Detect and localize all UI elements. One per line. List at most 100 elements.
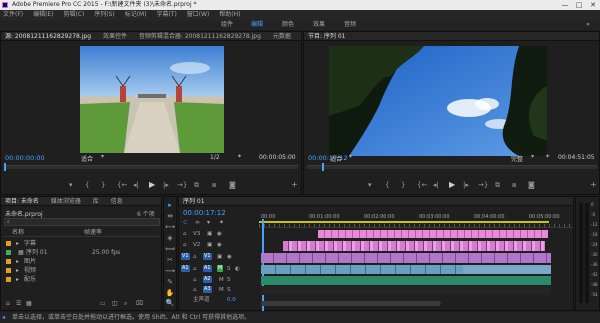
tab-project[interactable]: 项目: 未命名 bbox=[5, 198, 39, 205]
menu-sequence[interactable]: 序列(S) bbox=[94, 11, 115, 18]
menu-window[interactable]: 窗口(W) bbox=[187, 11, 210, 18]
eye-icon[interactable]: ◉ bbox=[217, 229, 222, 239]
mute-button[interactable]: M bbox=[217, 265, 224, 272]
program-fit-dropdown[interactable]: 适合 bbox=[330, 154, 342, 163]
workspace-tab-assembly[interactable]: 组件 bbox=[221, 20, 233, 30]
track-label[interactable]: V3 bbox=[193, 229, 200, 239]
workspace-menu-icon[interactable]: » bbox=[586, 20, 590, 30]
sync-lock-icon[interactable]: ▣ bbox=[207, 240, 212, 250]
track-label[interactable]: A3 bbox=[203, 286, 212, 293]
source-video-frame[interactable] bbox=[80, 46, 224, 153]
maximize-button[interactable]: □ bbox=[572, 0, 586, 10]
source-fit-dropdown[interactable]: 适合 bbox=[81, 154, 93, 163]
extract-icon[interactable]: ⧈ bbox=[512, 181, 516, 190]
track-label[interactable]: V1 bbox=[203, 253, 212, 260]
new-item-icon[interactable]: ◫ bbox=[112, 299, 118, 309]
mark-out-icon[interactable]: } bbox=[101, 181, 105, 189]
go-to-out-icon[interactable]: →} bbox=[478, 181, 488, 189]
work-area-bar[interactable] bbox=[259, 221, 549, 223]
timeline-ruler[interactable]: 00:00 00:01:00:00 00:02:00:00 00:03:00:0… bbox=[259, 208, 573, 228]
lock-icon[interactable]: ⌂ bbox=[193, 252, 197, 262]
step-back-icon[interactable]: ◂| bbox=[133, 181, 139, 189]
tab-program[interactable]: 节目: 序列 01 bbox=[308, 33, 345, 40]
play-icon[interactable]: ▶ bbox=[149, 180, 155, 189]
wrench-icon[interactable]: ✦ bbox=[237, 153, 242, 160]
overwrite-icon[interactable]: ⧈ bbox=[212, 181, 216, 190]
workspace-tab-color[interactable]: 颜色 bbox=[282, 20, 294, 30]
workspace-tab-effects[interactable]: 效果 bbox=[313, 20, 325, 30]
hand-tool-icon[interactable]: ✋ bbox=[165, 288, 175, 298]
step-back-icon[interactable]: ◂| bbox=[433, 181, 439, 189]
project-row[interactable]: ▦ 序列 01 25.00 fps bbox=[4, 248, 160, 257]
project-row[interactable]: ▸ 字幕 bbox=[4, 239, 160, 248]
step-forward-icon[interactable]: |▸ bbox=[463, 181, 469, 189]
mute-icon[interactable]: M bbox=[219, 275, 224, 285]
tab-sequence[interactable]: 序列 01 bbox=[183, 198, 205, 205]
go-to-in-icon[interactable]: {← bbox=[117, 181, 127, 189]
step-forward-icon[interactable]: |▸ bbox=[163, 181, 169, 189]
dropdown-caret-icon[interactable]: ▾ bbox=[531, 153, 534, 160]
new-bin-icon[interactable]: ▭ bbox=[100, 299, 106, 309]
rate-stretch-tool-icon[interactable]: ⟺ bbox=[165, 244, 175, 254]
timeline-timecode[interactable]: 00:00:17:12 bbox=[183, 209, 226, 217]
solo-icon[interactable]: S bbox=[227, 275, 231, 285]
source-patch-a1[interactable]: A1 bbox=[181, 265, 190, 272]
insert-icon[interactable]: ⧉ bbox=[194, 181, 199, 190]
mark-out-icon[interactable]: } bbox=[401, 181, 405, 189]
project-row[interactable]: ▸ 图片 bbox=[4, 257, 160, 266]
project-row[interactable]: ▸ 视频 bbox=[4, 266, 160, 275]
play-icon[interactable]: ▶ bbox=[449, 180, 455, 189]
lift-icon[interactable]: ⧉ bbox=[495, 181, 500, 190]
program-video-frame[interactable] bbox=[329, 46, 547, 156]
wrench-icon[interactable]: ✦ bbox=[545, 153, 550, 160]
lock-icon[interactable]: ⌂ bbox=[183, 229, 187, 239]
source-timecode-current[interactable]: 00:00:00:00 bbox=[5, 154, 45, 162]
menu-marker[interactable]: 标记(M) bbox=[125, 11, 147, 18]
lock-icon[interactable]: ⌂ bbox=[193, 285, 197, 295]
mic-icon[interactable]: ◐ bbox=[235, 264, 240, 274]
solo-icon[interactable]: S bbox=[227, 264, 231, 274]
add-marker-icon[interactable]: ▾ bbox=[207, 219, 210, 226]
workspace-tab-editing[interactable]: 编辑 bbox=[251, 20, 263, 30]
pen-tool-icon[interactable]: ✎ bbox=[165, 277, 175, 287]
linked-selection-icon[interactable]: ∞ bbox=[195, 219, 200, 226]
tab-libraries[interactable]: 库 bbox=[93, 198, 99, 205]
list-view-icon[interactable]: ☰ bbox=[16, 299, 21, 309]
lock-icon[interactable]: ⌂ bbox=[6, 299, 10, 309]
eye-icon[interactable]: ◉ bbox=[227, 252, 232, 262]
track-select-tool-icon[interactable]: ⇹ bbox=[165, 211, 175, 221]
workspace-tab-audio[interactable]: 音频 bbox=[344, 20, 356, 30]
mute-icon[interactable]: M bbox=[219, 285, 224, 295]
ripple-edit-tool-icon[interactable]: ⟷ bbox=[165, 222, 175, 232]
menu-help[interactable]: 帮助(H) bbox=[219, 11, 240, 18]
source-scrub-bar[interactable] bbox=[4, 165, 298, 169]
dropdown-caret-icon[interactable]: ▾ bbox=[349, 153, 352, 160]
eye-icon[interactable]: ◉ bbox=[217, 240, 222, 250]
tab-source[interactable]: 源: 20081211162829278.jpg bbox=[5, 33, 91, 40]
program-scrub-bar[interactable] bbox=[307, 165, 597, 169]
program-quality-dropdown[interactable]: 完整 bbox=[511, 154, 523, 163]
rolling-edit-tool-icon[interactable]: ◈ bbox=[165, 233, 175, 243]
trash-icon[interactable]: ⌧ bbox=[136, 299, 143, 309]
a1-clip-tail[interactable] bbox=[463, 265, 551, 274]
find-icon[interactable]: ⌕ bbox=[124, 299, 127, 309]
sync-lock-icon[interactable]: ▣ bbox=[207, 229, 212, 239]
lock-icon[interactable]: ⌂ bbox=[193, 264, 197, 274]
add-marker-icon[interactable]: ▾ bbox=[368, 181, 372, 189]
source-page-dropdown[interactable]: 1/2 bbox=[210, 154, 220, 161]
wrench-icon[interactable]: ✦ bbox=[219, 219, 224, 226]
razor-tool-icon[interactable]: ✂ bbox=[165, 255, 175, 265]
tab-audio-clip-mixer[interactable]: 音频剪辑混合器: 20081211162829278.jpg bbox=[139, 33, 261, 40]
project-row[interactable]: ▸ 配乐 bbox=[4, 275, 160, 284]
add-marker-icon[interactable]: ▾ bbox=[69, 181, 73, 189]
lock-icon[interactable]: ⌂ bbox=[183, 240, 187, 250]
export-frame-icon[interactable]: ◙ bbox=[229, 181, 236, 189]
master-volume-value[interactable]: 0.0 bbox=[227, 295, 236, 305]
slip-tool-icon[interactable]: ⟿ bbox=[165, 266, 175, 276]
v1-clips[interactable] bbox=[261, 253, 551, 263]
menu-edit[interactable]: 编辑(E) bbox=[33, 11, 53, 18]
add-button-icon[interactable]: + bbox=[590, 180, 597, 189]
sync-lock-icon[interactable]: ▣ bbox=[217, 252, 222, 262]
snap-icon[interactable]: ⊂ bbox=[183, 219, 188, 226]
dropdown-caret-icon[interactable]: ▾ bbox=[101, 153, 104, 160]
